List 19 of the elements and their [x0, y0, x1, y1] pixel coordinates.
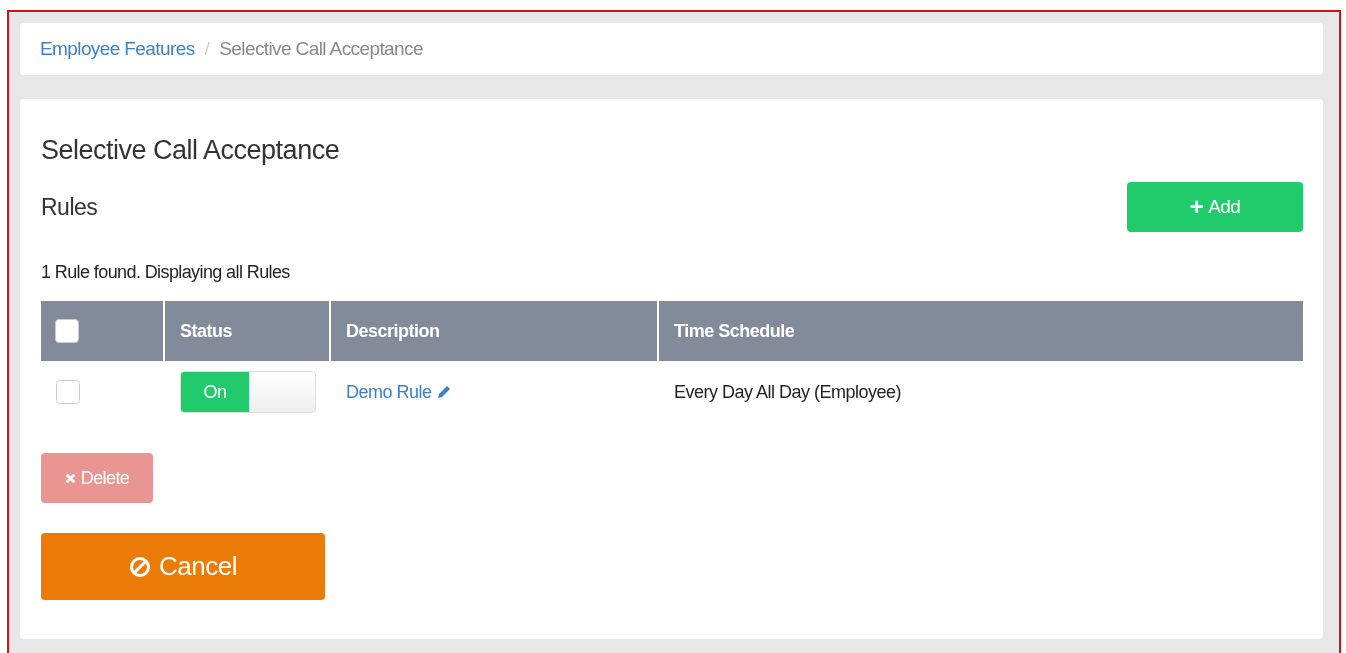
- select-all-checkbox[interactable]: [55, 319, 79, 343]
- close-icon: [64, 472, 76, 484]
- ban-icon: [129, 555, 152, 578]
- result-summary: 1 Rule found. Displaying all Rules: [41, 262, 291, 283]
- status-toggle[interactable]: On: [180, 371, 316, 413]
- page-title: Selective Call Acceptance: [41, 134, 341, 166]
- column-header: Status: [165, 301, 331, 361]
- pencil-icon[interactable]: [435, 384, 452, 400]
- breadcrumb-separator: /: [204, 38, 210, 60]
- add-button[interactable]: + Add: [1127, 182, 1303, 232]
- breadcrumb-link[interactable]: Employee Features: [40, 38, 195, 60]
- column-header: Time Schedule: [673, 319, 796, 343]
- row-checkbox[interactable]: [56, 380, 80, 404]
- column-header: Description: [331, 301, 659, 361]
- cancel-button[interactable]: Cancel: [41, 533, 325, 600]
- rule-link[interactable]: Demo Rule: [346, 381, 432, 403]
- table-cell-text: Every Day All Day (Employee): [673, 380, 903, 404]
- breadcrumb-current: Selective Call Acceptance: [219, 38, 423, 60]
- section-title: Rules: [41, 193, 98, 221]
